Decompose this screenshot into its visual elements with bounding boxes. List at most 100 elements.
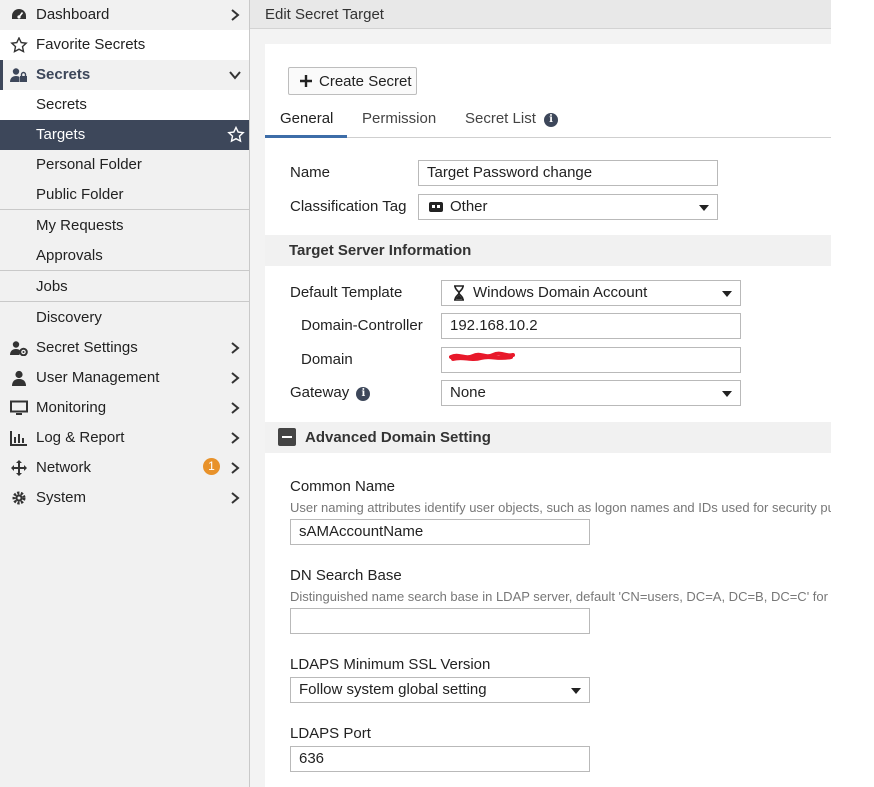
common-name-label: Common Name	[290, 478, 396, 495]
sidebar-item-label: Public Folder	[36, 186, 124, 203]
sidebar-item-label: User Management	[36, 369, 160, 386]
divider	[0, 301, 249, 302]
dn-search-base-input[interactable]	[290, 608, 590, 634]
chevron-right-icon	[231, 372, 240, 384]
sidebar-item-label: Jobs	[36, 278, 68, 295]
sidebar-item-system[interactable]: System	[0, 483, 249, 513]
info-icon: i	[356, 387, 371, 401]
domain-controller-label: Domain-Controller	[301, 317, 423, 334]
collapse-icon[interactable]	[278, 428, 296, 446]
classification-tag-select[interactable]: Other	[418, 194, 718, 220]
chevron-right-icon	[231, 402, 240, 414]
default-template-select[interactable]: Windows Domain Account	[441, 280, 741, 306]
page-header: Edit Secret Target	[250, 0, 831, 29]
sidebar-item-personal-folder[interactable]: Personal Folder	[0, 150, 249, 180]
sidebar-item-label: My Requests	[36, 217, 124, 234]
active-tab-indicator	[265, 135, 347, 138]
sidebar-item-dashboard[interactable]: Dashboard	[0, 0, 249, 30]
sidebar: Dashboard Favorite Secrets Secrets Secre…	[0, 0, 250, 787]
common-name-input[interactable]: sAMAccountName	[290, 519, 590, 545]
sidebar-item-label: System	[36, 489, 87, 506]
sidebar-item-secret-settings[interactable]: Secret Settings	[0, 333, 249, 363]
chevron-right-icon	[231, 462, 240, 474]
dropdown-caret-icon	[571, 688, 581, 694]
sidebar-item-monitoring[interactable]: Monitoring	[0, 393, 249, 423]
sidebar-item-label: Monitoring	[36, 399, 107, 416]
create-secret-button[interactable]: Create Secret	[288, 67, 417, 95]
sidebar-item-user-management[interactable]: User Management	[0, 363, 249, 393]
gateway-label: Gateway i	[290, 384, 371, 402]
section-title: Advanced Domain Setting	[305, 429, 491, 446]
sidebar-item-log-report[interactable]: Log & Report	[0, 423, 249, 453]
sidebar-item-discovery[interactable]: Discovery	[0, 303, 249, 333]
active-group-marker	[0, 60, 3, 90]
ldaps-port-input[interactable]: 636	[290, 746, 590, 772]
tab-general[interactable]: General	[280, 110, 333, 127]
sidebar-item-label: Targets	[36, 126, 86, 143]
section-header-advanced: Advanced Domain Setting	[265, 422, 831, 453]
classification-tag-label: Classification Tag	[290, 198, 407, 215]
sidebar-item-label: Dashboard	[36, 6, 110, 23]
hourglass-icon	[454, 285, 464, 301]
monitor-icon	[10, 400, 28, 415]
dropdown-caret-icon	[699, 205, 709, 211]
sidebar-item-label: Secret Settings	[36, 339, 138, 356]
divider	[0, 209, 249, 210]
domain-controller-input[interactable]: 192.168.10.2	[441, 313, 741, 339]
default-template-value: Windows Domain Account	[473, 284, 648, 301]
sidebar-item-targets[interactable]: Targets	[0, 120, 249, 150]
info-icon: i	[544, 113, 559, 127]
gateway-value: None	[450, 384, 486, 401]
user-gear-icon	[10, 341, 28, 356]
sidebar-item-jobs[interactable]: Jobs	[0, 272, 249, 302]
star-outline-icon[interactable]	[227, 126, 245, 143]
ldaps-ssl-version-select[interactable]: Follow system global setting	[290, 677, 590, 703]
gateway-select[interactable]: None	[441, 380, 741, 406]
tab-label: Secret List	[465, 110, 536, 127]
form-panel	[265, 44, 831, 787]
gateway-label-text: Gateway	[290, 384, 350, 401]
divider	[0, 270, 249, 271]
section-title: Target Server Information	[289, 242, 472, 259]
bar-chart-icon	[10, 431, 27, 446]
page-title: Edit Secret Target	[265, 6, 384, 23]
tab-permission[interactable]: Permission	[362, 110, 436, 127]
dashboard-icon	[12, 9, 26, 19]
classification-tag-value: Other	[450, 198, 488, 215]
sidebar-item-label: Log & Report	[36, 429, 125, 446]
tab-secret-list[interactable]: Secret List i	[465, 110, 559, 128]
sidebar-item-public-folder[interactable]: Public Folder	[0, 180, 249, 210]
star-icon	[10, 37, 28, 53]
ldaps-ssl-version-value: Follow system global setting	[299, 681, 487, 698]
help-clip: Distinguished name search base in LDAP s…	[290, 588, 831, 605]
dn-search-base-help: Distinguished name search base in LDAP s…	[290, 589, 831, 604]
user-lock-icon	[10, 68, 27, 82]
sidebar-item-label: Network	[36, 459, 92, 476]
chevron-right-icon	[231, 9, 240, 21]
ldaps-ssl-version-label: LDAPS Minimum SSL Version	[290, 656, 491, 673]
redaction-scribble	[449, 351, 515, 361]
user-icon	[12, 370, 26, 386]
tag-icon	[429, 202, 443, 212]
move-arrows-icon	[11, 460, 27, 476]
domain-label: Domain	[301, 351, 353, 368]
create-secret-label: Create Secret	[319, 73, 412, 90]
dropdown-caret-icon	[722, 291, 732, 297]
name-input[interactable]: Target Password change	[418, 160, 718, 186]
sidebar-item-favorite-secrets[interactable]: Favorite Secrets	[0, 30, 249, 60]
gear-icon	[12, 491, 26, 505]
chevron-right-icon	[231, 342, 240, 354]
notification-badge: 1	[203, 458, 220, 475]
sidebar-item-secrets[interactable]: Secrets	[0, 90, 249, 120]
common-name-help: User naming attributes identify user obj…	[290, 500, 831, 515]
sidebar-item-label: Discovery	[36, 309, 102, 326]
tab-divider	[265, 137, 831, 138]
sidebar-item-my-requests[interactable]: My Requests	[0, 211, 249, 241]
sidebar-item-label: Secrets	[36, 66, 91, 83]
sidebar-item-label: Secrets	[36, 96, 87, 113]
ldaps-port-label: LDAPS Port	[290, 725, 371, 742]
dropdown-caret-icon	[722, 391, 732, 397]
sidebar-item-secrets-group[interactable]: Secrets	[0, 60, 249, 90]
sidebar-item-approvals[interactable]: Approvals	[0, 241, 249, 271]
chevron-right-icon	[231, 492, 240, 504]
